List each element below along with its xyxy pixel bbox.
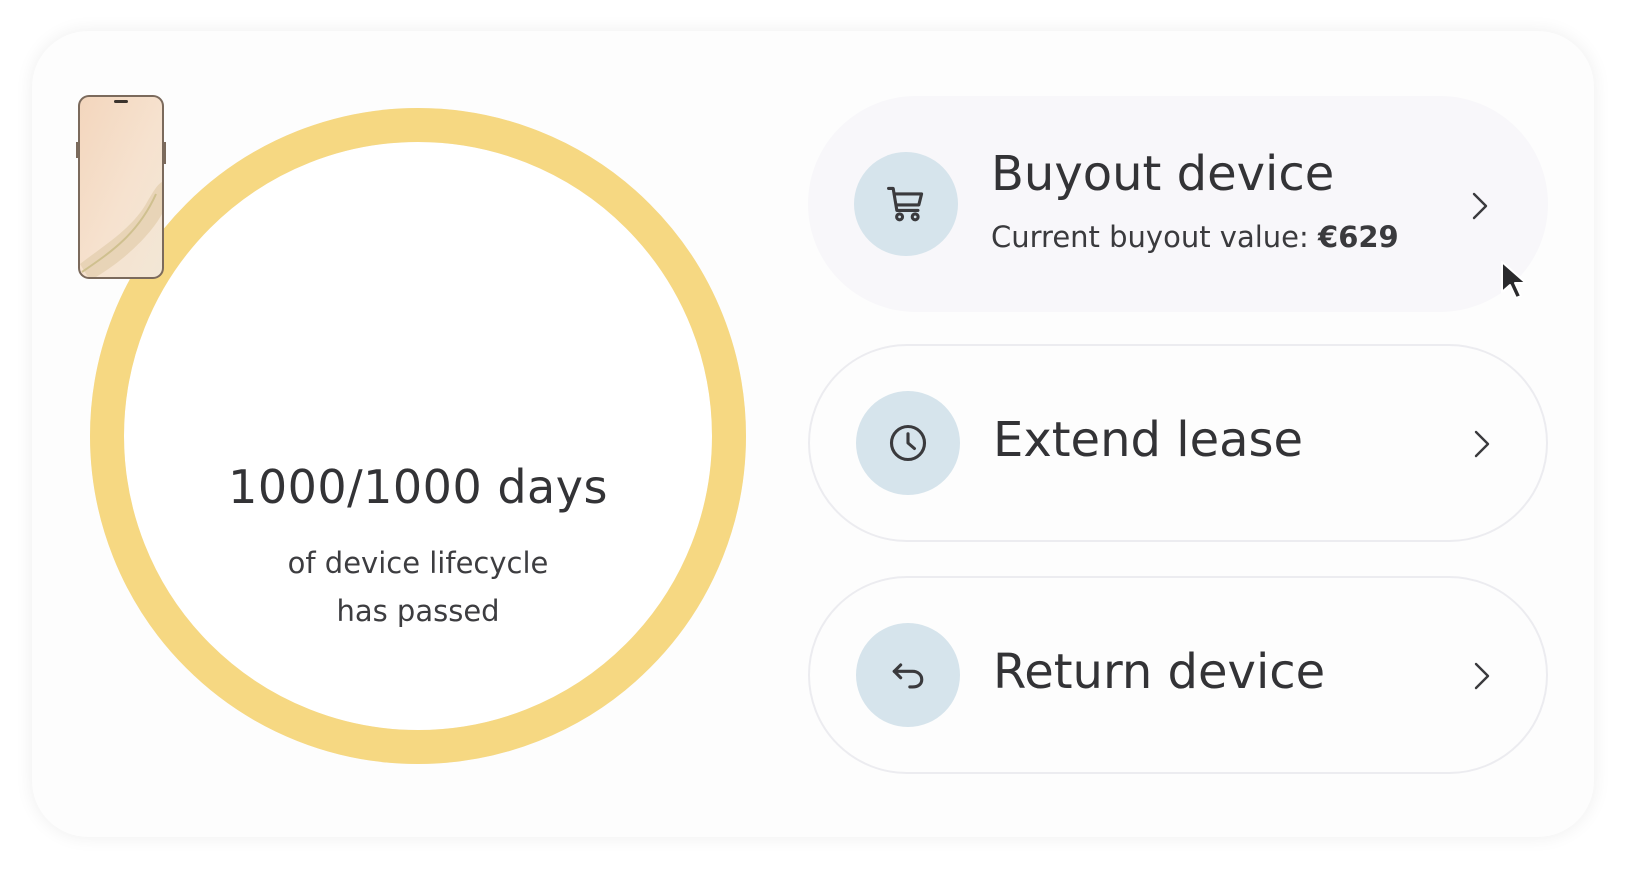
buyout-title: Buyout device xyxy=(991,146,1335,202)
mouse-cursor-icon xyxy=(1501,261,1527,299)
lifecycle-caption-line2: has passed xyxy=(336,594,500,628)
buyout-icon-circle xyxy=(854,152,958,256)
buyout-device-button[interactable]: Buyout device Current buyout value: €629 xyxy=(808,96,1548,312)
return-device-button[interactable]: Return device xyxy=(808,576,1548,774)
extend-icon-circle xyxy=(856,391,960,495)
shopping-cart-icon xyxy=(887,186,924,222)
buyout-value-text: Current buyout value: €629 xyxy=(991,220,1399,254)
buyout-value-label: Current buyout value: xyxy=(991,220,1319,254)
lifecycle-progress-ring: 1000/1000 days of device lifecycle has p… xyxy=(76,94,760,778)
return-icon-circle xyxy=(856,623,960,727)
chevron-right-icon xyxy=(1474,430,1490,458)
chevron-right-icon xyxy=(1472,192,1488,220)
lifecycle-caption-line1: of device lifecycle xyxy=(287,546,549,580)
return-arrow-icon xyxy=(892,663,924,689)
extend-lease-button[interactable]: Extend lease xyxy=(808,344,1548,542)
clock-icon xyxy=(889,424,927,462)
chevron-right-icon xyxy=(1474,662,1490,690)
buyout-value-amount: €629 xyxy=(1318,220,1399,254)
extend-lease-title: Extend lease xyxy=(993,412,1304,468)
return-device-title: Return device xyxy=(993,644,1326,700)
days-counter: 1000/1000 days xyxy=(228,460,608,514)
phone-image xyxy=(76,95,166,279)
